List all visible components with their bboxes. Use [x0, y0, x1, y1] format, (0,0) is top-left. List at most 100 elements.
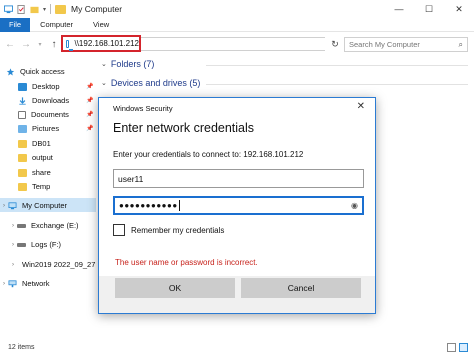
navigation-pane: Quick access Desktop 📌 Downloads 📌 Docum…	[0, 60, 96, 340]
network-icon	[8, 279, 17, 287]
customize-dropdown-icon[interactable]: ▾	[43, 6, 46, 13]
star-icon	[6, 67, 15, 75]
large-icons-view-icon[interactable]	[459, 343, 468, 352]
dialog-heading: Enter network credentials	[113, 121, 255, 135]
sidebar-label: Exchange (E:)	[31, 221, 79, 230]
window-controls: — ☐ ✕	[384, 0, 474, 18]
folder-icon	[18, 153, 27, 162]
window-title: My Computer	[71, 4, 123, 14]
drive-icon	[17, 223, 26, 228]
remember-credentials-label: Remember my credentials	[131, 225, 225, 235]
maximize-button[interactable]: ☐	[414, 0, 444, 18]
new-folder-icon[interactable]	[30, 5, 39, 14]
reveal-password-icon[interactable]: ◉	[351, 201, 358, 210]
downloads-icon	[19, 96, 26, 105]
sidebar-item-pictures[interactable]: Pictures	[18, 122, 59, 135]
group-devices-drives[interactable]: ⌄ Devices and drives (5)	[101, 78, 200, 88]
address-path: \\192.168.101.212	[74, 39, 139, 48]
password-field[interactable]: ●●●●●●●●●●● ◉	[113, 196, 364, 215]
group-divider	[206, 65, 468, 66]
sidebar-item-desktop[interactable]: Desktop	[18, 80, 60, 93]
expand-chevron-icon[interactable]: ›	[12, 262, 14, 268]
tab-computer[interactable]: Computer	[30, 18, 83, 32]
sidebar-item-output[interactable]: output	[18, 151, 53, 164]
group-label: Devices and drives (5)	[110, 78, 201, 88]
text-caret	[178, 200, 180, 211]
sidebar-label: Win2019 2022_09_27 (	[22, 260, 96, 269]
pin-icon: 📌	[86, 84, 94, 90]
sidebar-item-downloads[interactable]: Downloads	[18, 94, 69, 107]
dialog-title: Windows Security	[113, 104, 173, 113]
folder-icon	[18, 139, 27, 148]
collapse-chevron-icon[interactable]: ⌄	[101, 60, 107, 68]
sidebar-label: Downloads	[32, 96, 70, 105]
remember-credentials-checkbox[interactable]: Remember my credentials	[113, 224, 224, 236]
sidebar-label: DB01	[32, 139, 51, 148]
password-mask: ●●●●●●●●●●●	[119, 201, 178, 210]
search-icon: ⌕	[458, 40, 463, 49]
sidebar-item-win2019-drive[interactable]: › Win2019 2022_09_27 (	[12, 258, 96, 271]
desktop-icon	[18, 82, 27, 91]
drive-icon	[17, 242, 26, 247]
username-field[interactable]	[113, 169, 364, 188]
group-divider	[206, 84, 468, 85]
ok-button[interactable]: OK	[115, 278, 235, 298]
pin-icon: 📌	[86, 126, 94, 132]
recent-locations-icon[interactable]: ▾	[34, 41, 46, 48]
checkbox-box[interactable]	[113, 224, 125, 236]
group-folders[interactable]: ⌄ Folders (7)	[101, 59, 154, 69]
address-bar-extension[interactable]	[141, 37, 325, 51]
tab-view[interactable]: View	[83, 18, 119, 32]
up-button[interactable]: ↑	[48, 39, 60, 50]
network-computer-icon	[66, 39, 75, 51]
sidebar-label: Network	[22, 279, 50, 288]
sidebar-item-documents[interactable]: Documents	[18, 108, 69, 121]
search-box[interactable]: ⌕	[344, 37, 468, 52]
search-input[interactable]	[349, 40, 449, 49]
documents-icon	[18, 110, 26, 119]
details-view-icon[interactable]	[447, 343, 456, 352]
status-item-count: 12 items	[8, 344, 35, 351]
view-toggle	[444, 343, 468, 352]
ribbon-tabs: File Computer View	[0, 17, 474, 32]
sidebar-item-exchange-drive[interactable]: › Exchange (E:)	[12, 219, 79, 232]
sidebar-item-logs-drive[interactable]: › Logs (F:)	[12, 238, 61, 251]
close-window-button[interactable]: ✕	[444, 0, 474, 18]
sidebar-label: My Computer	[22, 201, 68, 210]
expand-chevron-icon[interactable]: ›	[12, 242, 14, 248]
tab-file[interactable]: File	[0, 17, 31, 32]
sidebar-label: share	[32, 168, 51, 177]
forward-button[interactable]: →	[20, 39, 32, 50]
back-button[interactable]: ←	[4, 39, 16, 50]
sidebar-item-temp[interactable]: Temp	[18, 180, 50, 193]
computer-icon	[8, 201, 17, 209]
title-separator	[50, 4, 52, 14]
sidebar-item-network[interactable]: › Network	[3, 277, 50, 290]
dialog-description: Enter your credentials to connect to: 19…	[113, 150, 304, 159]
expand-chevron-icon[interactable]: ›	[3, 281, 5, 287]
sidebar-item-db01[interactable]: DB01	[18, 137, 51, 150]
refresh-button[interactable]: ↻	[328, 37, 342, 51]
group-label: Folders (7)	[110, 59, 155, 69]
sidebar-item-my-computer[interactable]: › My Computer	[3, 199, 67, 212]
sidebar-label: Logs (F:)	[31, 240, 62, 249]
dialog-close-button[interactable]: ✕	[357, 101, 365, 112]
address-row: ← → ▾ ↑ \\192.168.101.212 ↻ ⌕	[0, 33, 474, 55]
cancel-button[interactable]: Cancel	[241, 278, 361, 298]
collapse-chevron-icon[interactable]: ⌄	[101, 79, 107, 87]
sidebar-item-share[interactable]: share	[18, 166, 51, 179]
sidebar-label: output	[32, 153, 53, 162]
address-bar[interactable]: \\192.168.101.212	[61, 35, 141, 52]
sidebar-item-quick-access[interactable]: Quick access	[6, 65, 65, 78]
properties-icon[interactable]	[17, 4, 26, 14]
minimize-button[interactable]: —	[384, 0, 414, 18]
quick-access-toolbar: ▾	[4, 4, 46, 14]
expand-chevron-icon[interactable]: ›	[3, 203, 5, 209]
sidebar-label: Desktop	[32, 82, 60, 91]
error-message: The user name or password is incorrect.	[115, 258, 258, 267]
folder-icon	[18, 182, 27, 191]
folder-icon	[55, 4, 67, 14]
title-bar: ▾ My Computer — ☐ ✕	[0, 0, 474, 18]
credentials-dialog: Windows Security ✕ Enter network credent…	[98, 97, 376, 314]
expand-chevron-icon[interactable]: ›	[12, 223, 14, 229]
